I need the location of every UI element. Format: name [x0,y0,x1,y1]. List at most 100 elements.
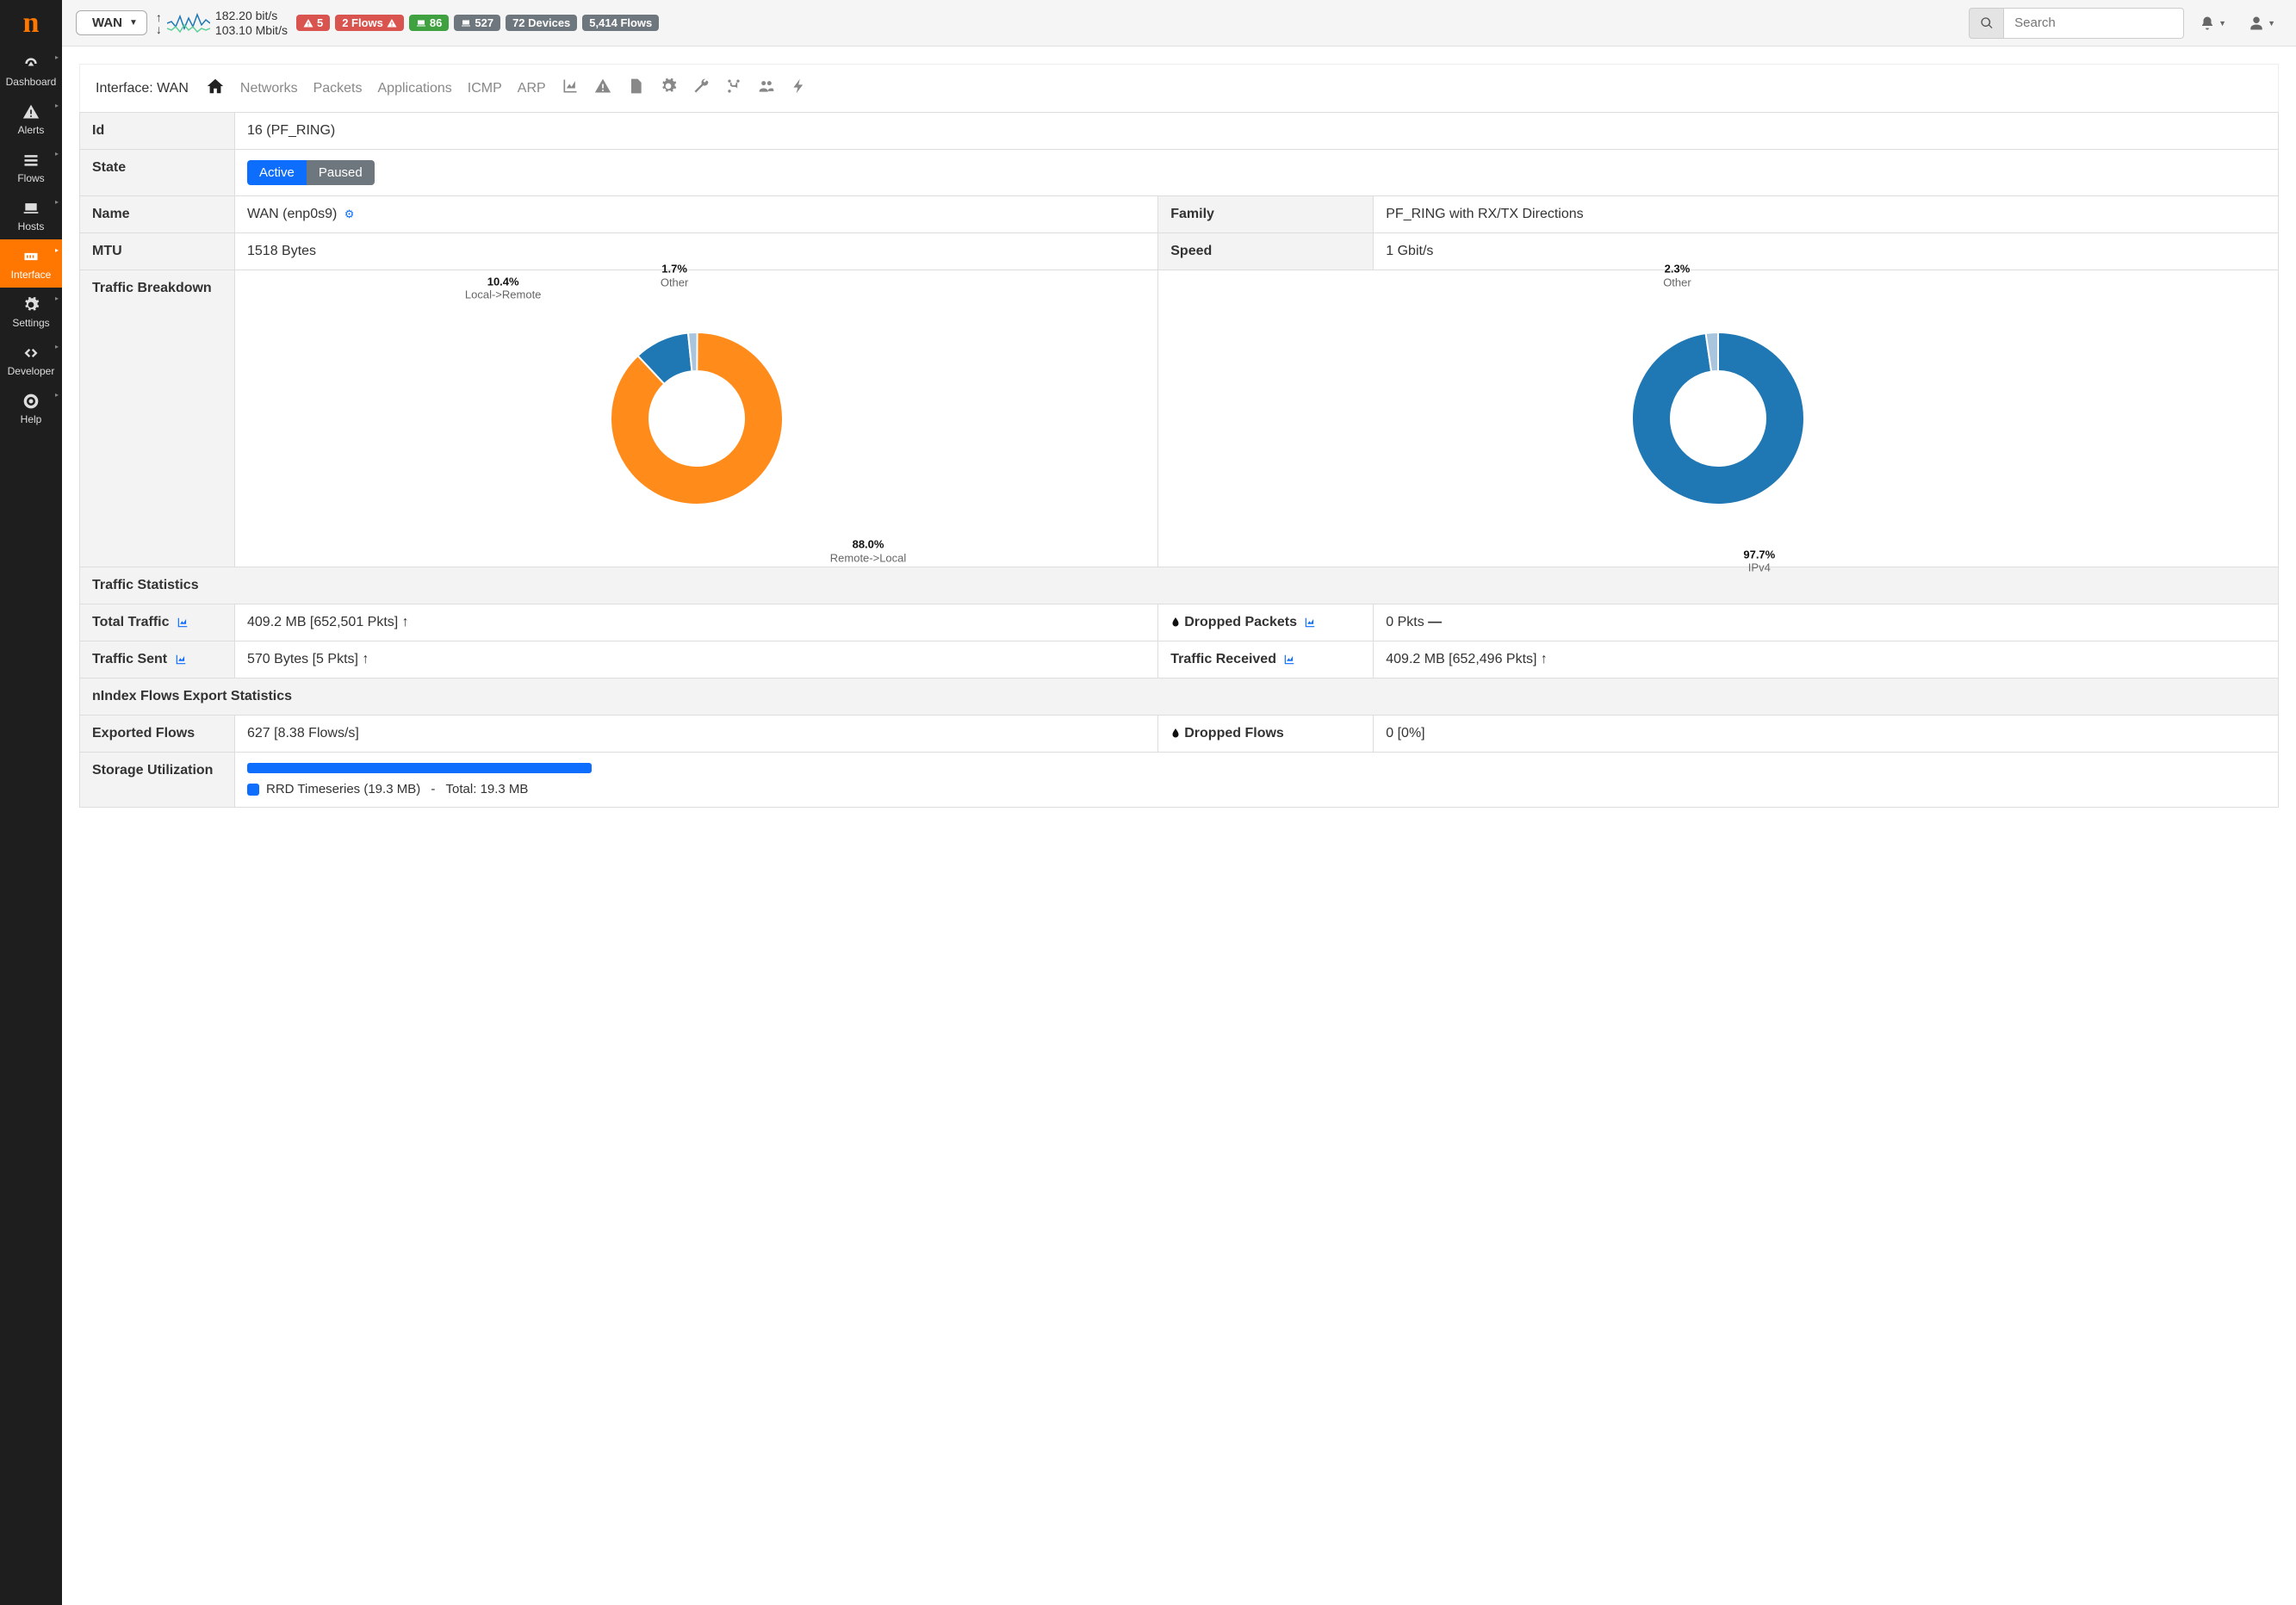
value-id: 16 (PF_RING) [235,113,2279,150]
donut-label: 10.4%Local->Remote [465,275,542,301]
arrow-up-icon: ↑ [156,11,162,23]
chart-icon[interactable] [177,615,189,629]
bolt-icon [791,77,808,95]
topbar: WAN ▼ ↑ ↓ 182.20 bit/s 103.10 Mbit/s 52 … [62,0,2296,46]
status-badges: 5 2 Flows 86 527 72 Devices 5,414 Flows [296,15,659,31]
label-exported-flows: Exported Flows [80,716,235,753]
tab-report[interactable] [627,77,644,99]
label-traffic-received: Traffic Received [1158,641,1374,679]
ethernet-icon [22,248,40,265]
label-family: Family [1158,196,1374,233]
notifications-button[interactable]: ▼ [2193,10,2233,36]
label-traffic-sent: Traffic Sent [80,641,235,679]
donut-label: 88.0%Remote->Local [830,538,907,565]
donut-label: 2.3%Other [1663,263,1691,289]
laptop-icon [461,18,471,28]
code-icon [22,344,40,362]
arrow-up-icon: ↑ [1541,652,1548,666]
arrow-up-icon: ↑ [402,615,409,629]
chart-icon[interactable] [1304,615,1316,629]
status-badge[interactable]: 5 [296,15,330,31]
info-table: Id 16 (PF_RING) State Active Paused Name… [79,112,2279,808]
sidebar-item-help[interactable]: ▸Help [0,384,62,432]
sparkline [167,11,210,35]
state-active-button[interactable]: Active [247,160,307,185]
gear-icon [22,296,40,313]
label-dropped-flows: Dropped Flows [1158,716,1374,753]
sidebar-item-label: Hosts [18,220,45,232]
legend-swatch [247,784,259,796]
home-icon [206,77,225,96]
chart-icon[interactable] [1283,652,1295,666]
sidebar-item-alerts[interactable]: ▸Alerts [0,95,62,143]
label-state: State [80,150,235,196]
sidebar-item-interface[interactable]: ▸Interface [0,239,62,288]
value-dropped-flows: 0 [0%] [1374,716,2279,753]
storage-legend: RRD Timeseries (19.3 MB) - Total: 19.3 M… [247,782,2266,796]
state-toggle[interactable]: Active Paused [247,160,375,185]
tab-settings[interactable] [660,77,677,99]
value-traffic-sent: 570 Bytes [5 Pkts] ↑ [235,641,1158,679]
donut-chart-direction: 88.0%Remote->Local10.4%Local->Remote1.7%… [247,281,1145,556]
warning-icon [594,77,611,95]
page-title: Interface: WAN [96,81,189,96]
interface-selector[interactable]: WAN ▼ [76,10,147,35]
tab-applications[interactable]: Applications [378,81,452,96]
panel-header: Interface: WAN Networks Packets Applicat… [79,64,2279,112]
sidebar-item-developer[interactable]: ▸Developer [0,336,62,384]
interface-name: WAN [92,15,122,30]
lifebuoy-icon [22,393,40,410]
tab-branch[interactable] [725,77,742,99]
sidebar-item-hosts[interactable]: ▸Hosts [0,191,62,239]
tab-arp[interactable]: ARP [518,81,546,96]
sidebar-item-settings[interactable]: ▸Settings [0,288,62,336]
user-icon [2249,15,2264,31]
label-traffic-breakdown: Traffic Breakdown [80,270,235,567]
nindex-header: nIndex Flows Export Statistics [80,679,2279,716]
laptop-icon [22,200,40,217]
user-menu-button[interactable]: ▼ [2242,10,2282,36]
wrench-icon [692,77,710,95]
users-icon [758,77,775,95]
status-badge[interactable]: 5,414 Flows [582,15,659,31]
value-family: PF_RING with RX/TX Directions [1374,196,2279,233]
status-badge[interactable]: 72 Devices [506,15,577,31]
value-mtu: 1518 Bytes [235,233,1158,270]
tab-packets[interactable]: Packets [313,81,363,96]
state-paused-button[interactable]: Paused [307,160,375,185]
gear-icon [660,77,677,95]
sidebar-item-label: Interface [11,269,52,281]
name-settings-icon[interactable]: ⚙ [344,208,355,220]
tab-home[interactable] [206,77,225,100]
warning-icon [303,18,313,28]
tab-users[interactable] [758,77,775,99]
tab-networks[interactable]: Networks [240,81,298,96]
search-button[interactable] [1969,8,2003,39]
arrow-up-icon: ↑ [362,652,369,666]
logo[interactable]: n [0,0,62,46]
sidebar-item-label: Help [21,413,42,425]
sidebar-item-label: Dashboard [6,76,57,88]
drop-icon [1170,615,1184,629]
value-traffic-received: 409.2 MB [652,496 Pkts] ↑ [1374,641,2279,679]
label-total-traffic: Total Traffic [80,604,235,641]
status-badge[interactable]: 2 Flows [335,15,404,31]
tab-chart[interactable] [562,77,579,99]
chart-icon[interactable] [175,652,187,666]
upload-speed: 182.20 bit/s [215,9,288,22]
tab-alerts[interactable] [594,77,611,99]
sidebar-item-dashboard[interactable]: ▸Dashboard [0,46,62,95]
tab-bolt[interactable] [791,77,808,99]
sidebar-item-flows[interactable]: ▸Flows [0,143,62,191]
sidebar-item-label: Alerts [18,124,45,136]
status-badge[interactable]: 527 [454,15,500,31]
value-total-traffic: 409.2 MB [652,501 Pkts] ↑ [235,604,1158,641]
value-dropped-packets: 0 Pkts — [1374,604,2279,641]
label-storage: Storage Utilization [80,753,235,808]
status-badge[interactable]: 86 [409,15,449,31]
value-speed: 1 Gbit/s [1374,233,2279,270]
tab-tools[interactable] [692,77,710,99]
search-input[interactable] [2003,8,2184,39]
value-exported-flows: 627 [8.38 Flows/s] [235,716,1158,753]
tab-icmp[interactable]: ICMP [468,81,502,96]
